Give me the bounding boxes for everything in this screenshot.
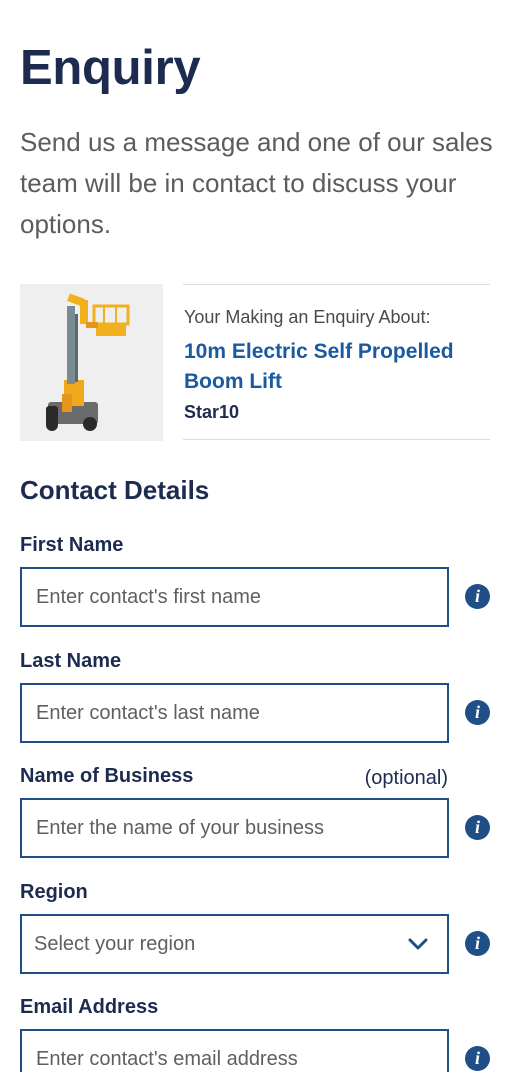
page-title: Enquiry — [20, 41, 201, 95]
region-selected-value: Select your region — [34, 932, 196, 955]
last-name-label: Last Name — [20, 650, 122, 672]
chevron-down-icon — [408, 938, 428, 950]
optional-tag: (optional) — [364, 767, 448, 789]
email-input[interactable] — [20, 1029, 449, 1072]
region-label: Region — [20, 881, 88, 903]
first-name-label: First Name — [20, 534, 124, 556]
contact-details-heading: Contact Details — [20, 475, 210, 505]
product-image — [20, 284, 163, 441]
business-name-input[interactable] — [20, 798, 449, 858]
enquiry-about-label: Your Making an Enquiry About: — [184, 307, 431, 327]
page-intro: Send us a message and one of our sales t… — [20, 127, 493, 239]
region-select[interactable]: Select your region — [20, 914, 449, 974]
region-info-icon[interactable]: i — [465, 931, 490, 956]
enquiry-page: Enquiry Send us a message and one of our… — [0, 0, 510, 1072]
business-name-label: Name of Business — [20, 765, 194, 787]
boom-lift-image — [46, 293, 130, 431]
email-label: Email Address — [20, 996, 159, 1018]
email-info-icon[interactable]: i — [465, 1046, 490, 1071]
last-name-info-icon[interactable]: i — [465, 700, 490, 725]
product-model: Star10 — [184, 402, 240, 422]
last-name-input[interactable] — [20, 683, 449, 743]
product-name-link[interactable]: 10m Electric Self Propelled Boom Lift — [184, 337, 484, 397]
enquiry-product-card: Your Making an Enquiry About: 10m Electr… — [183, 284, 490, 440]
first-name-input[interactable] — [20, 567, 449, 627]
business-name-info-icon[interactable]: i — [465, 815, 490, 840]
first-name-info-icon[interactable]: i — [465, 584, 490, 609]
